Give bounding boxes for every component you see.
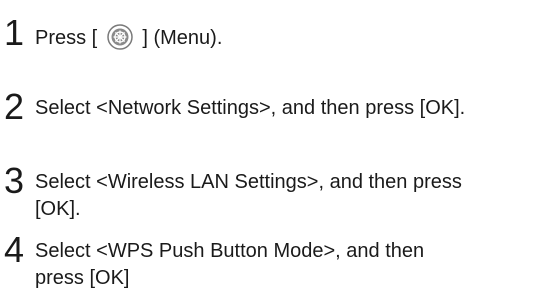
step-text: Select <Network Settings>, and then pres… [35, 95, 554, 122]
step-text-line: [OK]. [35, 198, 81, 220]
step-text-before-icon: Press [ [35, 27, 98, 49]
step-text: Press [ ] (Menu). [35, 24, 554, 52]
step-text-line: press [OK] [35, 267, 130, 289]
menu-button-icon [107, 24, 133, 50]
step-number: 1 [4, 12, 25, 53]
step-text: Select <WPS Push Button Mode>, and then … [35, 238, 554, 292]
step-number: 4 [4, 229, 25, 270]
step-text: Select <Wireless LAN Settings>, and then… [35, 169, 554, 223]
step-text-after-icon: ] (Menu). [142, 27, 223, 49]
step-text-line: Select <WPS Push Button Mode>, and then [35, 240, 425, 262]
step-number: 2 [4, 86, 25, 127]
step-text-line: Select <Wireless LAN Settings>, and then… [35, 171, 462, 193]
step-number: 3 [4, 160, 25, 201]
step-text-line: Select <Network Settings>, and then pres… [35, 97, 466, 119]
instruction-steps: 1 Press [ ] (Menu). 2 Select <Network Se… [0, 0, 554, 298]
